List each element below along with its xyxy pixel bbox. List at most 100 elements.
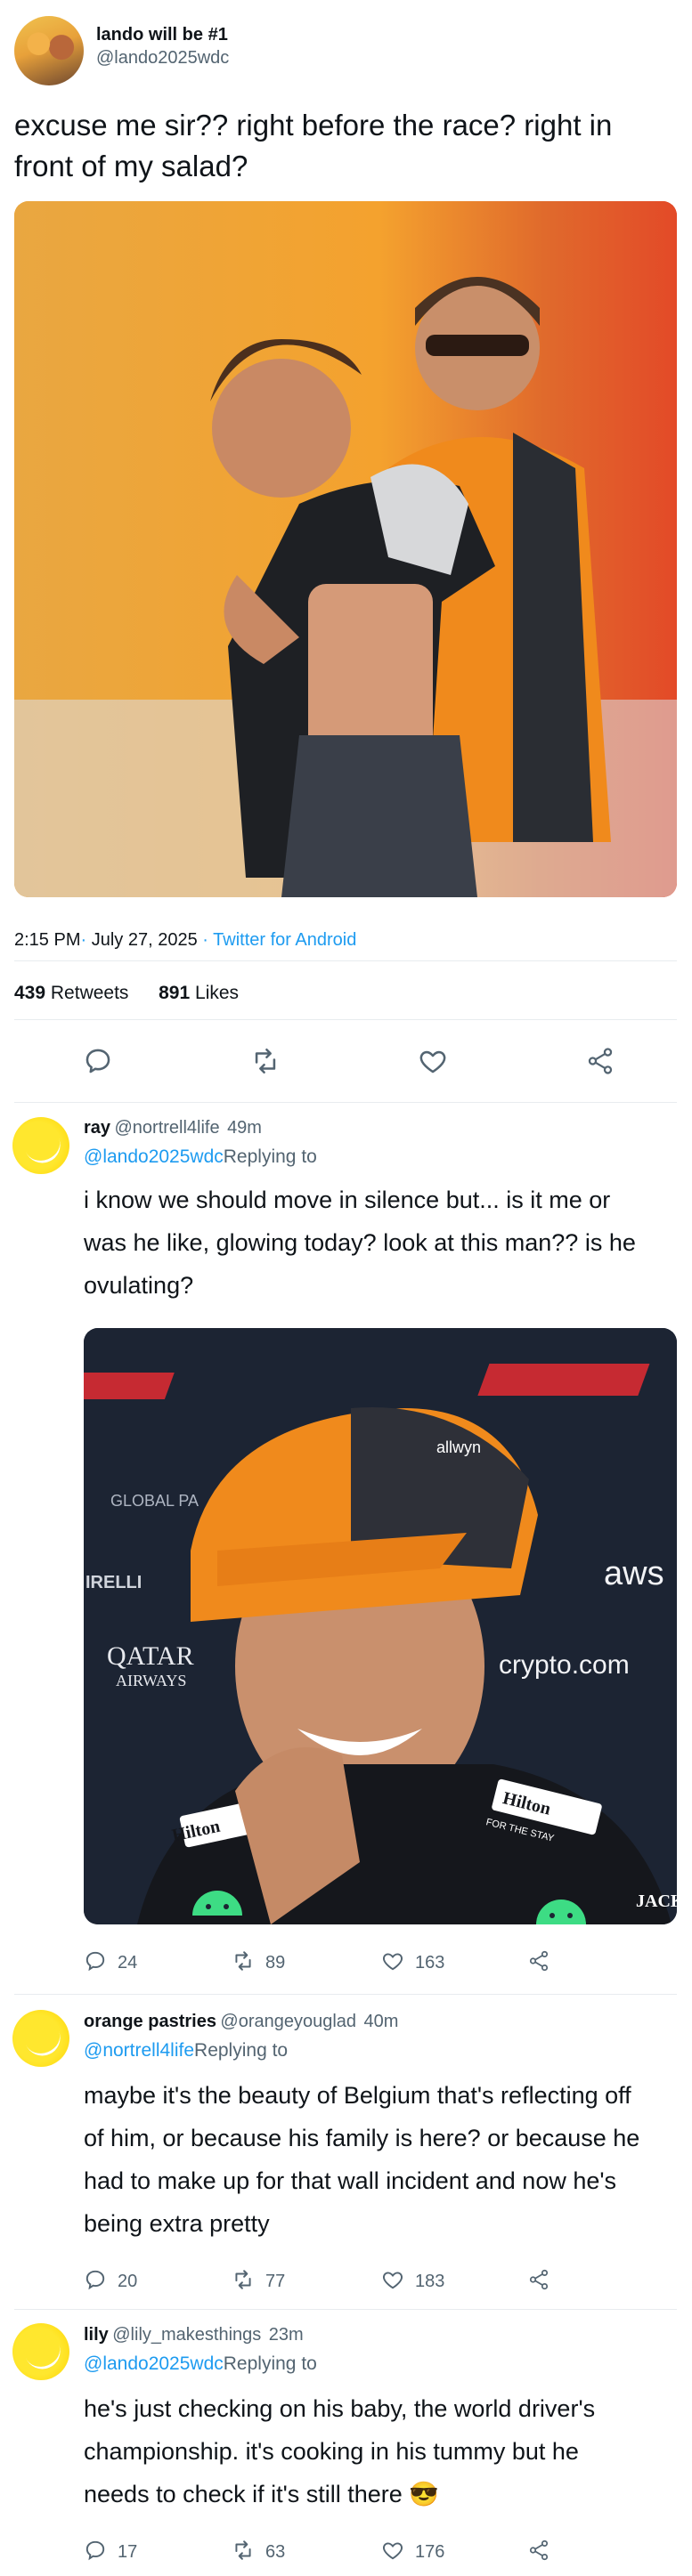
replying-to-label: Replying to — [194, 2040, 289, 2061]
tweet-text: excuse me sir?? right before the race? r… — [14, 109, 613, 182]
tweet-stats: 439 Retweets 891 Likes — [14, 983, 239, 1004]
reply-text: i know we should move in silence but... … — [84, 1179, 672, 1307]
share-button[interactable] — [527, 2539, 550, 2566]
reply-text: he's just checking on his baby, the worl… — [84, 2387, 672, 2515]
reply-time[interactable]: 49m — [227, 1118, 262, 1138]
reply-author-handle[interactable]: @lily_makesthings — [112, 2325, 261, 2345]
reply-author-handle[interactable]: @orangeyouglad — [220, 2012, 356, 2031]
meta-separator: · — [202, 930, 208, 950]
like-button[interactable] — [415, 1043, 451, 1079]
retweets-count[interactable]: 439 — [14, 983, 45, 1003]
like-count: 183 — [415, 2272, 445, 2291]
reply-author-name[interactable]: lily — [84, 2325, 109, 2345]
divider — [14, 2309, 677, 2310]
retweet-button[interactable] — [248, 1043, 283, 1079]
reply-time[interactable]: 40m — [364, 2012, 399, 2031]
share-button[interactable] — [582, 1043, 618, 1079]
reply-icon — [84, 2268, 107, 2296]
tweet-photo[interactable] — [14, 201, 677, 897]
reply-button[interactable]: 20 — [84, 2268, 137, 2296]
share-button[interactable] — [527, 2268, 550, 2296]
like-count: 176 — [415, 2542, 445, 2562]
replying-to: @lando2025wdcReplying to — [84, 2353, 317, 2375]
reply-text: maybe it's the beauty of Belgium that's … — [84, 2074, 672, 2245]
photo-text: JACK — [636, 1891, 677, 1911]
author-name[interactable]: lando will be #1 — [96, 25, 228, 45]
reply-time[interactable]: 23m — [269, 2325, 304, 2345]
reply-icon — [84, 2539, 107, 2566]
share-icon — [588, 1048, 613, 1074]
like-button[interactable]: 176 — [381, 2539, 444, 2566]
photo-text: IRELLI — [85, 1573, 142, 1592]
reply-count: 24 — [118, 1953, 138, 1973]
replying-to-mention[interactable]: @lando2025wdc — [84, 1146, 224, 1167]
reply-text-line: had to make up for that wall incident an… — [84, 2167, 617, 2194]
reply-text-line: was he like, glowing today? look at this… — [84, 1229, 636, 1256]
reply-text-line: being extra pretty — [84, 2210, 270, 2237]
photo-text: GLOBAL PA — [110, 1492, 199, 1510]
reply-button[interactable] — [80, 1043, 116, 1079]
retweet-icon — [232, 2539, 255, 2566]
reply-header: lily @lily_makesthings 23m — [84, 2325, 304, 2345]
reply-photo[interactable]: GLOBAL PA IRELLI QATAR AIRWAYS crypto.co… — [84, 1328, 677, 1924]
replying-to-mention[interactable]: @lando2025wdc — [84, 2353, 224, 2374]
photo-text: QATAR — [107, 1641, 194, 1671]
tweet-meta: 2:15 PM· July 27, 2025 · Twitter for And… — [14, 930, 356, 951]
reply-icon — [85, 1049, 110, 1073]
likes-label[interactable]: Likes — [195, 983, 239, 1003]
reply-author-name[interactable]: orange pastries — [84, 2012, 216, 2031]
share-icon — [527, 2540, 550, 2565]
reply-text-line: maybe it's the beauty of Belgium that's … — [84, 2082, 631, 2109]
retweet-icon — [232, 1949, 255, 1977]
reply-text-line: ovulating? — [84, 1272, 194, 1299]
like-icon — [381, 2539, 404, 2566]
author-handle[interactable]: @lando2025wdc — [96, 48, 229, 69]
divider — [14, 1019, 677, 1020]
retweet-button[interactable]: 77 — [232, 2268, 285, 2296]
replying-to-label: Replying to — [223, 2353, 317, 2374]
photo-image — [14, 201, 677, 897]
divider — [14, 960, 677, 961]
likes-count[interactable]: 891 — [159, 983, 190, 1003]
reply-count: 20 — [118, 2272, 138, 2291]
tweet-date: July 27, 2025 — [91, 930, 198, 950]
reply-avatar[interactable] — [12, 2010, 69, 2067]
replying-to-mention[interactable]: @nortrell4life — [84, 2040, 194, 2061]
like-icon — [381, 2268, 404, 2296]
retweet-count: 63 — [265, 2542, 286, 2562]
reply-text-line: i know we should move in silence but... … — [84, 1187, 611, 1213]
retweet-button[interactable]: 63 — [232, 2539, 285, 2566]
like-icon — [419, 1050, 446, 1073]
share-button[interactable] — [527, 1949, 550, 1977]
replying-to: @nortrell4lifeReplying to — [84, 2040, 288, 2062]
like-count: 163 — [415, 1953, 445, 1973]
retweet-icon — [255, 1048, 276, 1074]
photo-text: aws — [604, 1555, 664, 1592]
like-button[interactable]: 183 — [381, 2268, 444, 2296]
reply-avatar[interactable] — [12, 2323, 69, 2380]
like-button[interactable]: 163 — [381, 1949, 444, 1977]
photo-text: crypto.com — [499, 1650, 630, 1680]
divider — [14, 1994, 677, 1995]
retweet-count: 77 — [265, 2272, 286, 2291]
retweet-button[interactable]: 89 — [232, 1949, 285, 1977]
tweet-source[interactable]: Twitter for Android — [213, 930, 356, 950]
share-icon — [527, 1950, 550, 1976]
author-avatar[interactable] — [14, 16, 84, 85]
reply-button[interactable]: 24 — [84, 1949, 137, 1977]
share-icon — [527, 2269, 550, 2295]
reply-text-line: needs to check if it's still there 😎 — [84, 2481, 439, 2507]
reply-author-handle[interactable]: @nortrell4life — [114, 1118, 219, 1138]
reply-header: orange pastries @orangeyouglad 40m — [84, 2012, 398, 2032]
meta-separator: · — [80, 930, 87, 950]
reply-text-line: he's just checking on his baby, the worl… — [84, 2395, 596, 2422]
photo-text: AIRWAYS — [116, 1672, 186, 1689]
reply-author-name[interactable]: ray — [84, 1118, 110, 1138]
reply-avatar[interactable] — [12, 1117, 69, 1174]
reply-icon — [84, 1949, 107, 1977]
retweets-label[interactable]: Retweets — [51, 983, 129, 1003]
reply-button[interactable]: 17 — [84, 2539, 137, 2566]
reply-header: ray @nortrell4life 49m — [84, 1118, 262, 1138]
replying-to: @lando2025wdcReplying to — [84, 1146, 317, 1168]
divider — [14, 1102, 677, 1103]
